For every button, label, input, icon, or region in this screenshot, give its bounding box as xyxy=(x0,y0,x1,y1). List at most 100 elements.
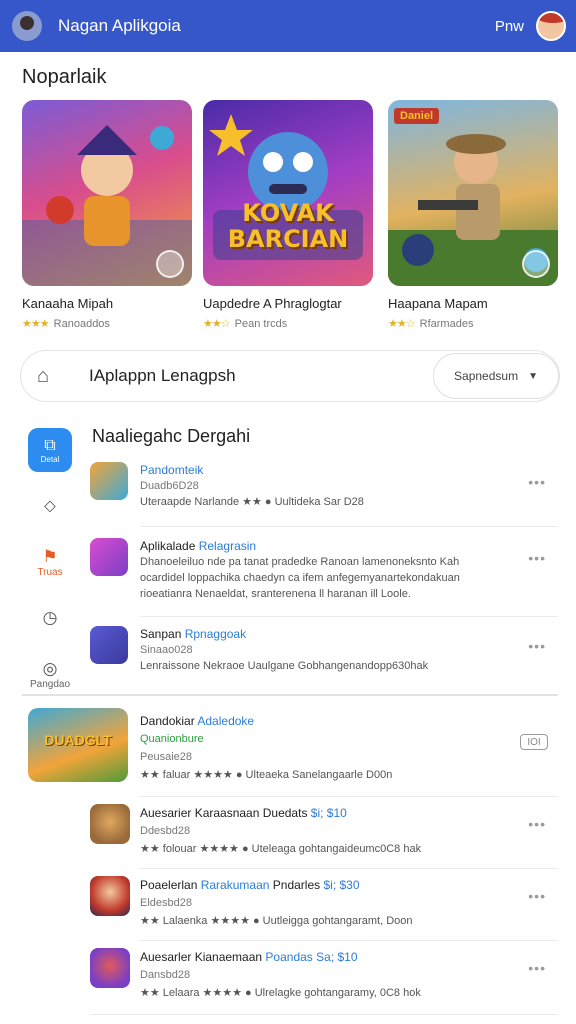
divider xyxy=(140,526,558,527)
list-item[interactable]: Pandomteik Duadb6D28 Uteraapde Narlande … xyxy=(90,462,558,518)
list-item-meta: Uteraapde Narlande ★★ ● Uultideka Sar D2… xyxy=(140,496,364,508)
list-item[interactable]: Auesarler Kianaemaan Poandas Sa; $10 Dan… xyxy=(90,948,558,1008)
list-item-title-end: Pndarles xyxy=(272,878,321,892)
play-icon xyxy=(156,250,184,278)
user-avatar[interactable] xyxy=(536,11,566,41)
search-bar[interactable]: ⌂ IAplappn Lenagpsh Sapnedsum ▼ xyxy=(20,350,560,402)
chevron-down-icon: ▼ xyxy=(528,370,538,382)
featured-card-image xyxy=(22,100,192,286)
more-icon[interactable]: ••• xyxy=(528,816,546,832)
list-item-rating: ★★ faluar ★★★★ ● Ulteaeka Sanelangaarle … xyxy=(140,769,393,781)
side-nav-item-trending[interactable]: ⚑ Truas xyxy=(22,534,78,590)
list-item-title: Poaelerlan xyxy=(140,878,198,892)
app-icon xyxy=(90,538,128,576)
list-item-rating: ★★ Lelaara ★★★★ ● Ulrelagke gohtangaramy… xyxy=(140,987,421,999)
side-nav-label: Pangdao xyxy=(29,678,71,690)
list-item-rating: ★★ folouar ★★★★ ● Uteleaga gohtangaideum… xyxy=(140,843,422,855)
list-item-subtitle: Dansbd28 xyxy=(140,969,191,981)
play-icon xyxy=(522,250,550,278)
app-icon xyxy=(90,462,128,500)
more-icon[interactable]: ••• xyxy=(528,550,546,566)
rating-stars: ★★☆ xyxy=(203,318,231,330)
rating-stars: ★★☆ xyxy=(388,318,416,330)
list-item-title-accent: Rpnaggoak xyxy=(184,627,247,641)
list-item-subtitle: Eldesbd28 xyxy=(140,897,192,909)
list-item-rating: ★★ Lalaenka ★★★★ ● Uutleigga gohtangaram… xyxy=(140,915,413,927)
app-icon xyxy=(90,876,130,916)
featured-list-image[interactable]: DUADGLT xyxy=(28,708,128,782)
home-icon[interactable]: ⌂ xyxy=(21,365,65,388)
list-item-title: Auesarler Kianaemaan xyxy=(140,950,263,964)
side-nav-label: Detal xyxy=(40,454,60,464)
list-item-meta: Lenraissone Nekraoe Uaulgane Gobhangenan… xyxy=(140,660,429,672)
section-divider xyxy=(22,694,558,696)
featured-card-art-title: KOVAK BARCIAN xyxy=(227,199,349,253)
list-item-desc-3: rioeatianra Nenaeldat, sranterenena ll h… xyxy=(140,588,411,600)
list-item-price: $i; $10 xyxy=(310,806,347,820)
list-item[interactable]: Poaelerlan Rarakumaan Pndarles $i; $30 E… xyxy=(90,876,558,936)
list-item-subtitle: Quanionbure xyxy=(140,733,204,745)
list-item[interactable]: Aplikalade Relagrasin Dhanoeleiluo nde p… xyxy=(90,538,558,614)
list-item-version: Peusaie28 xyxy=(140,751,192,763)
clock-icon: ◷ xyxy=(42,608,58,627)
featured-card-name: Haapana Mapam xyxy=(388,296,488,311)
compass-icon: ◎ xyxy=(42,658,58,678)
list-item[interactable]: Sanpan Rpnaggoak Sinaao028 Lenraissone N… xyxy=(90,626,558,682)
top-bar-label[interactable]: Pnw xyxy=(495,18,524,35)
featured-list-art-title: DUADGLT xyxy=(44,732,112,748)
more-icon[interactable]: ••• xyxy=(528,638,546,654)
featured-card-2[interactable]: KOVAK BARCIAN Uapdedre A Phraglogtar ★★☆… xyxy=(203,100,373,330)
category-title: Naaliegahc Dergahi xyxy=(92,426,251,446)
featured-card-name: Uapdedre A Phraglogtar xyxy=(203,296,342,311)
featured-card-meta: ★★☆ Rfarmades xyxy=(388,318,474,330)
list-item-subtitle: Duadb6D28 xyxy=(140,480,199,492)
side-nav-item-tags[interactable]: ⬦ xyxy=(22,478,78,534)
top-bar-actions: Pnw xyxy=(495,11,566,41)
list-item-title-accent: Adaledoke xyxy=(197,714,255,728)
featured-card-1[interactable]: Kanaaha Mipah ★★★ Ranoaddos xyxy=(22,100,192,330)
divider xyxy=(140,868,558,869)
app-title: Nagan Aplikgoia xyxy=(58,16,181,35)
divider xyxy=(140,796,558,797)
list-item-subtitle: Ddesbd28 xyxy=(140,825,191,837)
featured-card-image: KOVAK BARCIAN xyxy=(203,100,373,286)
list-item-price: Sa; $10 xyxy=(316,950,358,964)
more-icon[interactable]: ••• xyxy=(528,960,546,976)
list-item-desc-1: Dhanoeleiluo nde pa tanat pradedke Ranoa… xyxy=(140,556,460,568)
side-nav-item-apps[interactable]: ⧉ Detal xyxy=(22,422,78,478)
side-nav-item-recent[interactable]: ◷ xyxy=(22,590,78,646)
app-icon xyxy=(90,804,130,844)
list-item-price: $i; $30 xyxy=(323,878,360,892)
featured-card-image: Daniel xyxy=(388,100,558,286)
app-logo-avatar[interactable] xyxy=(12,11,42,41)
list-item-title: Pandomteik xyxy=(140,463,204,477)
sort-dropdown[interactable]: Sapnedsum ▼ xyxy=(433,353,559,399)
search-text[interactable]: IAplappn Lenagpsh xyxy=(89,366,236,386)
list-item-title-accent: Relagrasin xyxy=(198,539,257,553)
app-icon xyxy=(90,948,130,988)
list-item-desc-2: ocardidel loppachika chaedyn ca ifem anf… xyxy=(140,572,460,584)
app-icon xyxy=(90,626,128,664)
list-item-title: Aplikalade xyxy=(140,539,196,553)
sort-dropdown-label: Sapnedsum xyxy=(454,369,519,383)
list-item-title: Dandokiar xyxy=(140,714,195,728)
featured-section-title: Noparlaik xyxy=(22,66,107,88)
list-item-title: Sanpan xyxy=(140,627,182,641)
divider xyxy=(90,1014,558,1015)
more-icon[interactable]: ••• xyxy=(528,474,546,490)
badge-icon[interactable]: IOI xyxy=(520,734,548,750)
featured-card-3[interactable]: Daniel Haapana Mapam ★★☆ Rfarmades xyxy=(388,100,558,330)
list-item-subtitle: Sinaao028 xyxy=(140,644,193,656)
divider xyxy=(140,940,558,941)
list-item-featured[interactable]: Dandokiar Adaledoke Quanionbure Peusaie2… xyxy=(140,712,558,788)
featured-card-meta: ★★★ Ranoaddos xyxy=(22,318,110,330)
more-icon[interactable]: ••• xyxy=(528,888,546,904)
rating-stars: ★★★ xyxy=(22,318,50,330)
apps-icon: ⧉ xyxy=(44,436,56,454)
trend-icon: ⚑ xyxy=(42,546,58,566)
featured-card-name: Kanaaha Mipah xyxy=(22,296,114,311)
divider xyxy=(140,616,558,617)
list-item[interactable]: Auesarier Karaasnaan Duedats $i; $10 Dde… xyxy=(90,804,558,864)
featured-card-meta: ★★☆ Pean trcds xyxy=(203,318,288,330)
side-nav-label: Truas xyxy=(37,566,63,578)
